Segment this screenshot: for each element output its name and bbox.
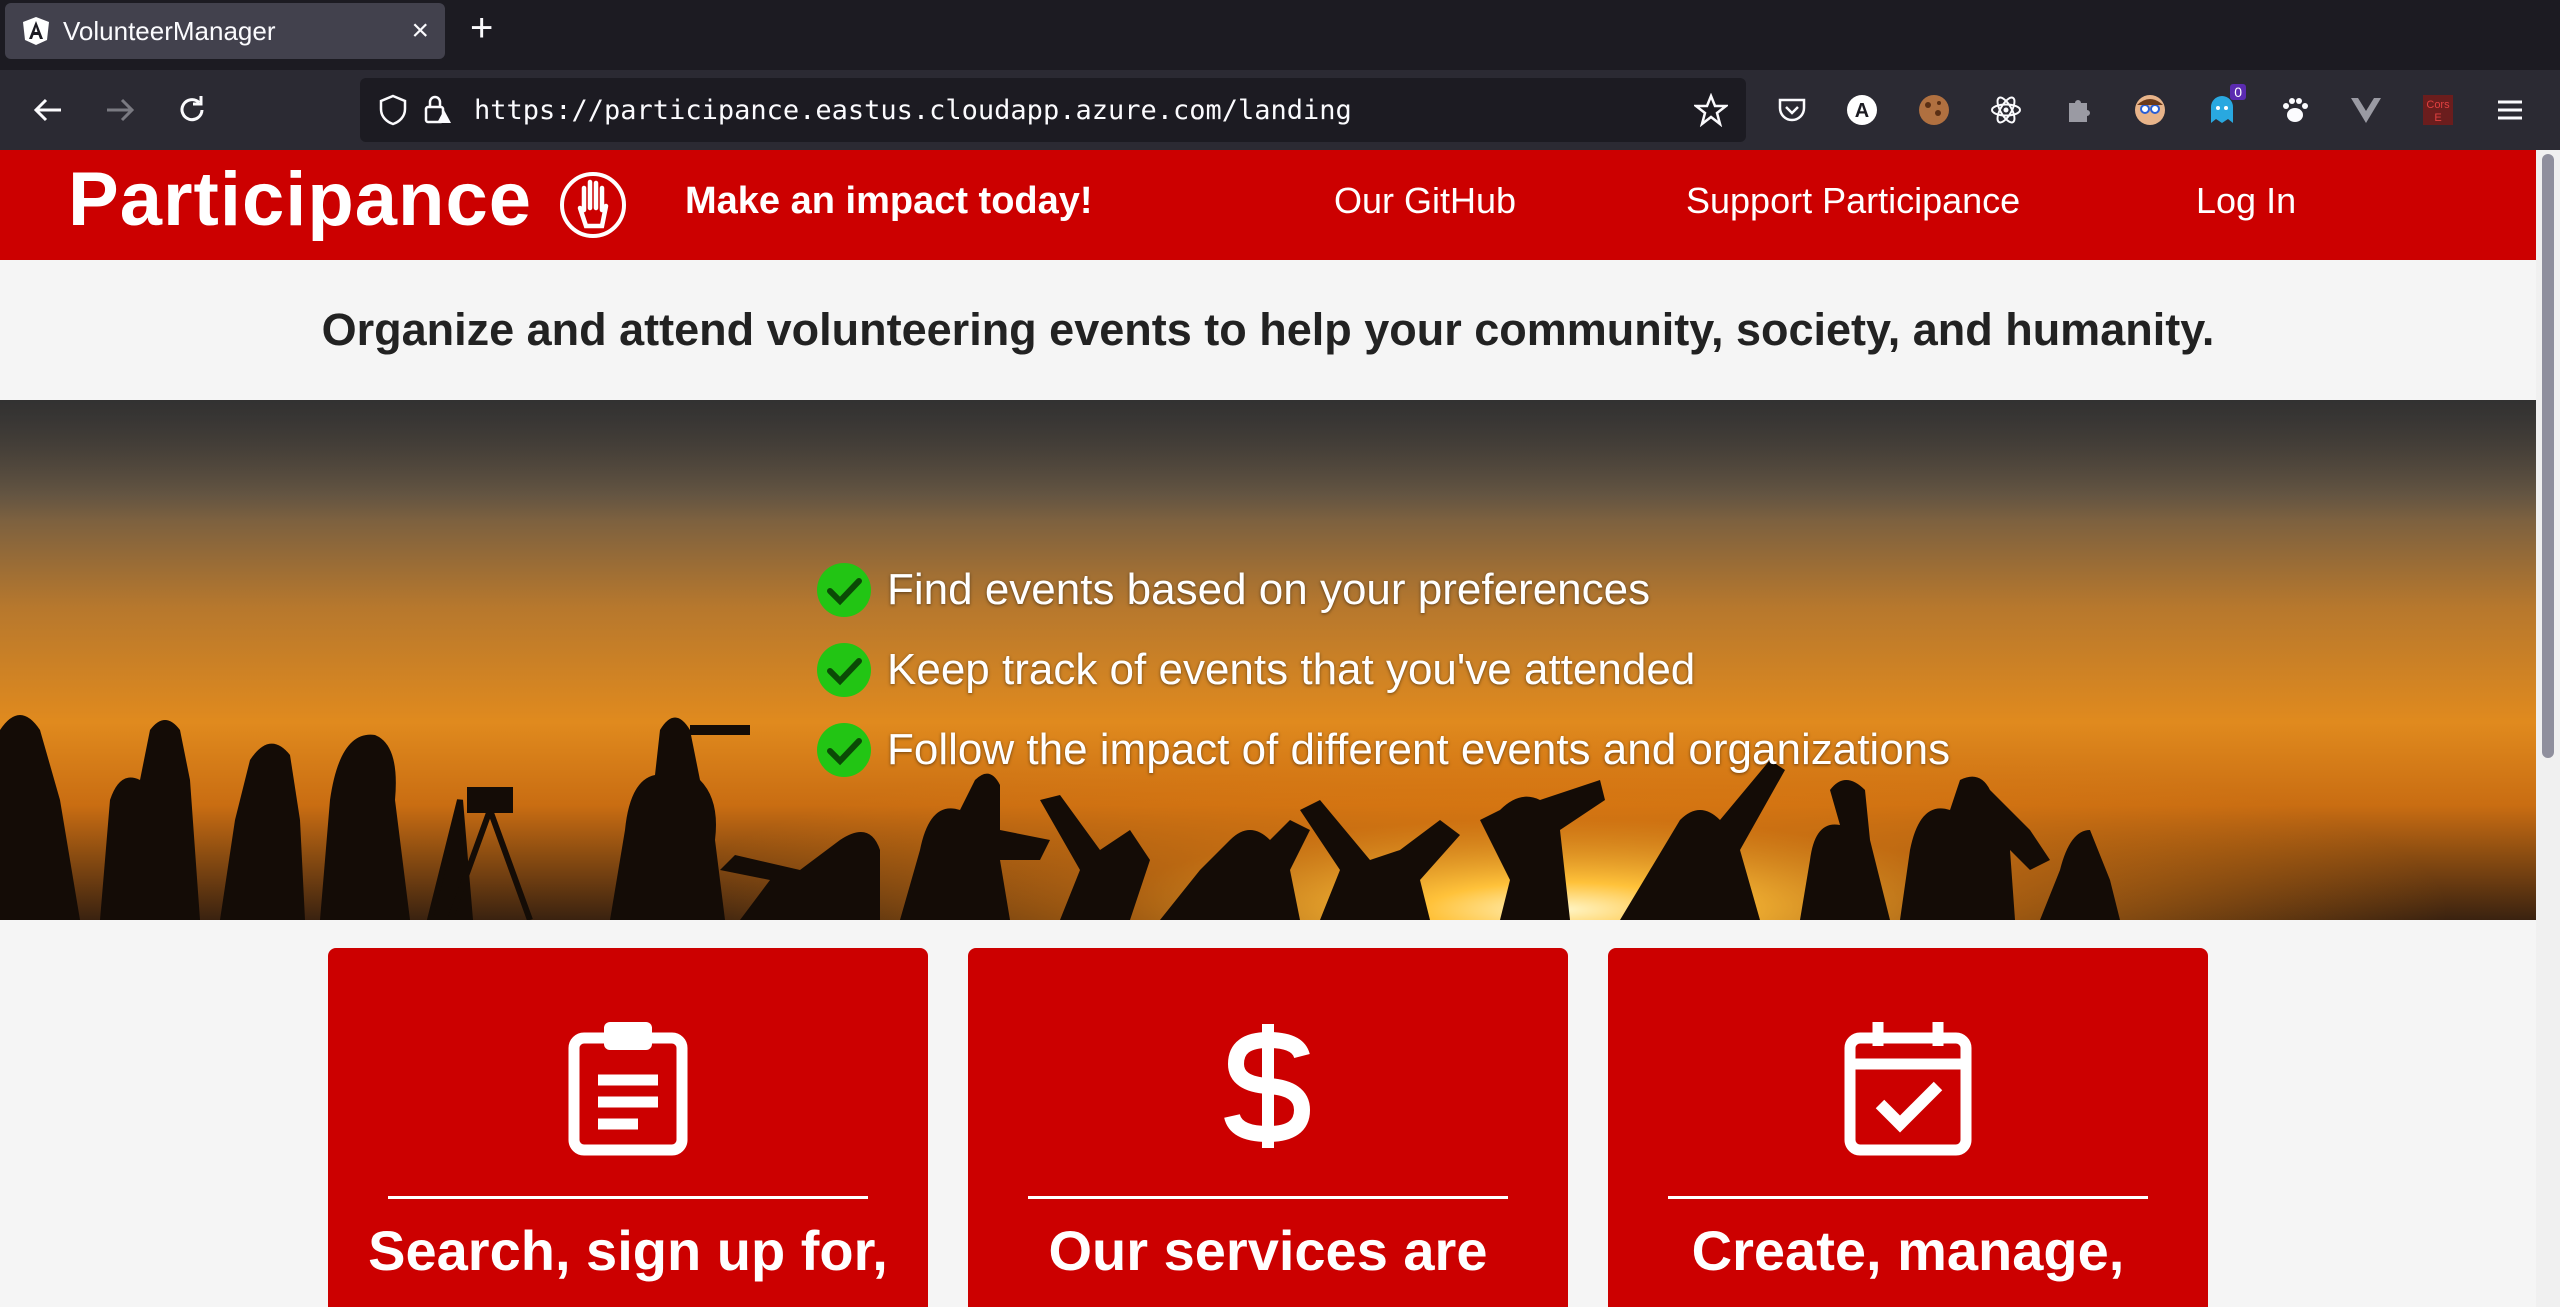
feature-text: Follow the impact of different events an…	[887, 725, 1951, 774]
pocket-icon[interactable]	[1772, 90, 1812, 130]
card-text: Search, sign up for,	[368, 1219, 888, 1282]
site-header: Participance Make an impact today! Our G…	[0, 150, 2536, 260]
react-devtools-icon[interactable]	[1986, 90, 2026, 130]
ghost-icon[interactable]: 0	[2202, 84, 2246, 130]
lock-warning-icon[interactable]	[422, 94, 452, 126]
card-divider	[1028, 1196, 1508, 1199]
svg-text:A: A	[1855, 100, 1869, 122]
cors-icon[interactable]: Cors E	[2418, 90, 2458, 130]
hero-banner: Find events based on your preferences Ke…	[0, 400, 2536, 920]
page-scrollbar[interactable]	[2536, 150, 2560, 1307]
intro-text: Organize and attend volunteering events …	[321, 304, 2215, 355]
card-free[interactable]: Our services are	[968, 948, 1568, 1307]
green-check-icon	[817, 563, 871, 617]
tab-title: VolunteerManager	[63, 15, 276, 46]
shield-icon[interactable]	[378, 94, 408, 126]
puzzle-icon[interactable]	[2058, 90, 2098, 130]
ublock-icon[interactable]: A	[1842, 90, 1882, 130]
card-search[interactable]: Search, sign up for,	[328, 948, 928, 1307]
feature-text: Find events based on your preferences	[887, 565, 1651, 614]
card-text: Our services are	[1048, 1219, 1488, 1282]
url-bar[interactable]: https://participance.eastus.cloudapp.azu…	[360, 78, 1746, 142]
vue-devtools-icon[interactable]	[2346, 90, 2386, 130]
feature-item: Follow the impact of different events an…	[815, 710, 1950, 790]
browser-tab[interactable]: VolunteerManager ×	[5, 3, 445, 59]
svg-text:E: E	[2434, 112, 2441, 124]
scrollbar-thumb[interactable]	[2542, 154, 2554, 758]
tab-close-icon[interactable]: ×	[411, 16, 429, 46]
card-divider	[388, 1196, 868, 1199]
brand-logo-text[interactable]: Participance	[68, 156, 532, 243]
menu-icon[interactable]	[2490, 90, 2530, 130]
back-button[interactable]	[24, 86, 72, 134]
feature-list: Find events based on your preferences Ke…	[815, 550, 1950, 790]
card-create[interactable]: Create, manage,	[1608, 948, 2208, 1307]
info-cards: Search, sign up for, Our services are Cr…	[0, 948, 2536, 1307]
reload-button[interactable]	[168, 86, 216, 134]
feature-text: Keep track of events that you've attende…	[887, 645, 1696, 694]
nav-support-link[interactable]: Support Participance	[1686, 180, 2020, 222]
nav-login-link[interactable]: Log In	[2196, 180, 2296, 222]
dollar-icon	[1224, 1024, 1311, 1148]
reload-icon	[180, 96, 204, 122]
page-viewport: Participance Make an impact today! Our G…	[0, 150, 2536, 1307]
card-divider	[1668, 1196, 2148, 1199]
feature-item: Keep track of events that you've attende…	[815, 630, 1950, 710]
bookmark-star-icon[interactable]	[1694, 93, 1728, 127]
green-check-icon	[817, 643, 871, 697]
nav-github-link[interactable]: Our GitHub	[1334, 180, 1516, 222]
raised-hand-icon	[560, 172, 626, 238]
feature-item: Find events based on your preferences	[815, 550, 1950, 630]
url-text[interactable]: https://participance.eastus.cloudapp.azu…	[474, 95, 1694, 126]
browser-tab-bar: VolunteerManager × +	[0, 0, 2560, 70]
cors-label: Cors	[2426, 99, 2450, 111]
green-check-icon	[817, 723, 871, 777]
intro-section: Organize and attend volunteering events …	[0, 260, 2536, 400]
cookie-icon[interactable]	[1914, 90, 1954, 130]
tagline: Make an impact today!	[685, 180, 1093, 222]
clipboard-icon	[568, 1022, 688, 1156]
extension-badge: 0	[2230, 84, 2246, 100]
browser-nav-bar: https://participance.eastus.cloudapp.azu…	[0, 70, 2560, 150]
arrow-right-icon	[107, 98, 135, 122]
new-tab-button[interactable]: +	[470, 8, 493, 48]
paw-icon[interactable]	[2274, 90, 2314, 130]
card-text: Create, manage,	[1691, 1219, 2125, 1282]
avatar-icon[interactable]	[2130, 90, 2170, 130]
forward-button[interactable]	[96, 86, 144, 134]
angular-favicon-icon	[23, 17, 49, 45]
arrow-left-icon	[33, 98, 61, 122]
calendar-check-icon	[1844, 1022, 1972, 1156]
